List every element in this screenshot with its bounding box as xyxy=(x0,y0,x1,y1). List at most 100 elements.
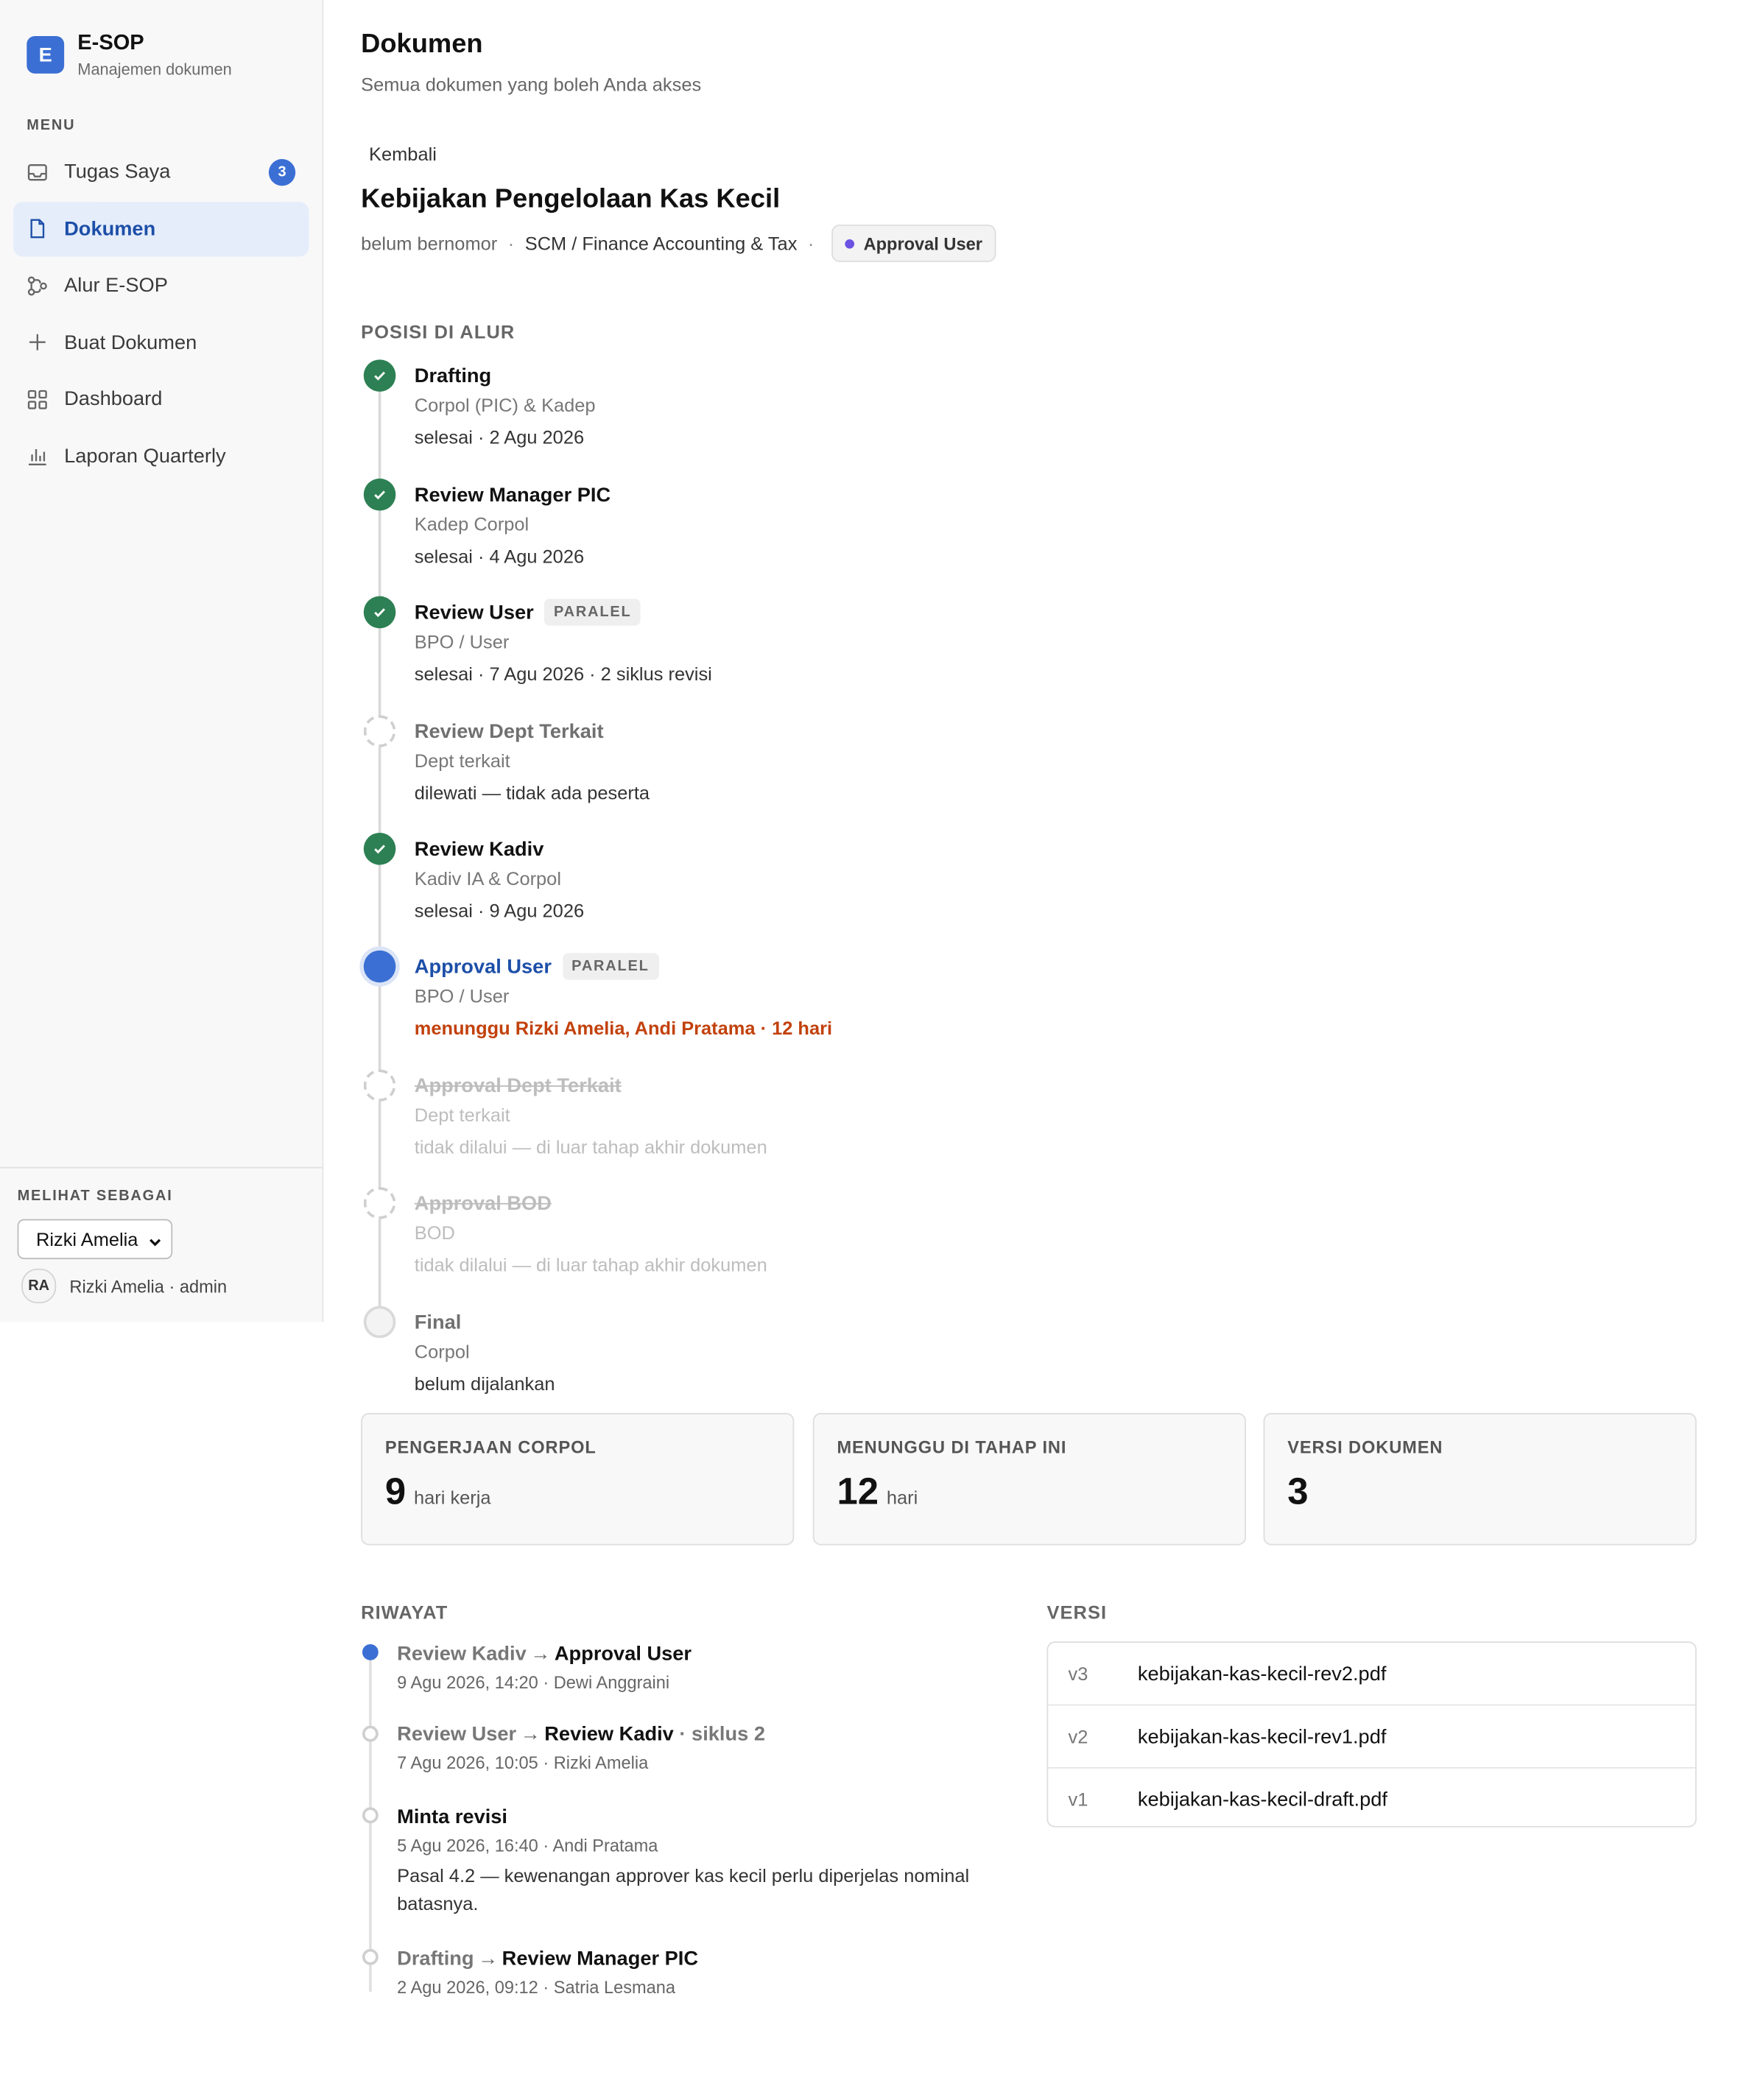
view-as-selected: Rizki Amelia xyxy=(36,1228,138,1250)
step-status: tidak dilalui — di luar tahap akhir doku… xyxy=(414,1136,767,1158)
stat-value: 3 xyxy=(1287,1470,1309,1512)
workflow-icon xyxy=(27,275,48,296)
history-from: Review User xyxy=(397,1723,517,1746)
history-section-label: RIWAYAT xyxy=(361,1601,448,1623)
document-department: SCM / Finance Accounting & Tax xyxy=(524,232,798,254)
view-as-panel: MELIHAT SEBAGAI Rizki Amelia RA Rizki Am… xyxy=(0,1166,323,1304)
stat-label: MENUNGGU DI TAHAP INI xyxy=(837,1437,1067,1457)
step-done-node xyxy=(363,832,396,865)
stat-label: PENGERJAAN CORPOL xyxy=(384,1437,597,1457)
app-logo: E xyxy=(27,36,65,74)
document-icon xyxy=(27,218,48,239)
history-to: Review Manager PIC xyxy=(502,1948,699,1970)
step-title: Final xyxy=(414,1310,462,1333)
step-done-node xyxy=(363,596,396,629)
step-title: Approval Dept Terkait xyxy=(414,1074,622,1097)
workflow-step: Drafting Corpol (PIC) & Kadep selesai · … xyxy=(415,362,596,448)
step-role: Dept terkait xyxy=(414,750,510,772)
current-user: RA Rizki Amelia · admin xyxy=(21,1268,228,1304)
sidebar-nav: Tugas Saya 3 Dokumen Alur E-SOP Buat Dok… xyxy=(13,144,309,485)
step-title: Approval BOD xyxy=(414,1191,552,1215)
sidebar-item-laporan-quarterly[interactable]: Laporan Quarterly xyxy=(13,429,309,483)
step-title: Review User xyxy=(414,601,534,624)
step-skipped-node xyxy=(363,715,396,747)
history-entry: Review Kadiv → Approval User 9 Agu 2026, 1… xyxy=(397,1643,985,1692)
sidebar-item-label: Laporan Quarterly xyxy=(64,444,226,468)
sidebar-item-tugas-saya[interactable]: Tugas Saya 3 xyxy=(13,144,309,199)
stat-unit: hari kerja xyxy=(414,1486,491,1508)
workflow-step: Review Manager PIC Kadep Corpol selesai … xyxy=(414,482,611,567)
version-file-link[interactable]: kebijakan-kas-kecil-draft.pdf xyxy=(1138,1788,1387,1811)
step-title: Drafting xyxy=(414,364,492,387)
version-row[interactable]: v2 kebijakan-kas-kecil-rev1.pdf xyxy=(1048,1705,1695,1769)
workflow-step: Review Dept Terkait Dept terkait dilewat… xyxy=(415,718,650,803)
step-title: Approval User xyxy=(414,955,552,978)
step-role: Dept terkait xyxy=(414,1104,510,1126)
version-file-link[interactable]: kebijakan-kas-kecil-rev1.pdf xyxy=(1138,1725,1387,1748)
arrow-right-icon: → xyxy=(520,1723,541,1746)
sidebar-item-label: Dokumen xyxy=(64,217,156,240)
stat-unit: hari xyxy=(886,1486,918,1508)
sidebar-item-dashboard[interactable]: Dashboard xyxy=(13,372,309,426)
stat-card: VERSI DOKUMEN 3 xyxy=(1263,1412,1697,1546)
history-to: Approval User xyxy=(554,1643,692,1666)
view-as-select[interactable]: Rizki Amelia xyxy=(17,1219,173,1260)
sidebar-item-alur-esop[interactable]: Alur E-SOP xyxy=(13,258,309,312)
step-role: BPO / User xyxy=(414,984,510,1007)
sidebar-item-label: Dashboard xyxy=(64,387,163,411)
grid-icon xyxy=(27,388,48,409)
meta-separator: · xyxy=(807,232,815,254)
sidebar-item-buat-dokumen[interactable]: Buat Dokumen xyxy=(13,315,309,370)
step-done-node xyxy=(363,478,396,511)
history-from: Drafting xyxy=(397,1948,474,1970)
chevron-down-icon xyxy=(147,1233,163,1254)
check-icon xyxy=(374,608,385,618)
inbox-icon xyxy=(27,161,48,183)
workflow-step: Final Corpol belum dijalankan xyxy=(415,1308,555,1394)
arrow-right-icon: → xyxy=(478,1948,499,1970)
step-title: Review Kadiv xyxy=(414,837,544,861)
version-tag: v2 xyxy=(1068,1725,1088,1747)
step-status: tidak dilalui — di luar tahap akhir doku… xyxy=(414,1253,767,1275)
brand: E E-SOP Manajemen dokumen xyxy=(27,32,232,80)
avatar: RA xyxy=(21,1268,57,1304)
status-badge: Approval User xyxy=(831,224,996,262)
status-dot xyxy=(845,239,854,248)
document-meta: belum bernomor · SCM / Finance Accountin… xyxy=(361,224,996,262)
page-subtitle: Semua dokumen yang boleh Anda akses xyxy=(361,73,702,95)
step-status: selesai · 4 Agu 2026 xyxy=(414,545,585,567)
step-role: Corpol (PIC) & Kadep xyxy=(414,394,596,416)
history-from: Review Kadiv xyxy=(397,1643,527,1666)
version-row[interactable]: v1 kebijakan-kas-kecil-draft.pdf xyxy=(1048,1769,1695,1826)
step-status: belum dijalankan xyxy=(414,1373,555,1395)
version-row[interactable]: v3 kebijakan-kas-kecil-rev2.pdf xyxy=(1048,1643,1695,1706)
history-dot xyxy=(362,1948,379,1965)
parallel-tag: PARALEL xyxy=(544,599,641,626)
versions-list: v3 kebijakan-kas-kecil-rev2.pdf v2 kebij… xyxy=(1046,1641,1697,1828)
step-title: Review Manager PIC xyxy=(414,483,611,507)
history-note: Pasal 4.2 — kewenangan approver kas keci… xyxy=(397,1864,970,1914)
step-role: BPO / User xyxy=(414,630,510,652)
step-excluded-node xyxy=(363,1069,396,1102)
workflow-section-label: POSISI DI ALUR xyxy=(361,320,516,342)
check-icon xyxy=(374,490,385,500)
stat-value: 9 xyxy=(384,1470,407,1512)
back-link[interactable]: Kembali xyxy=(369,143,437,164)
sidebar-item-label: Buat Dokumen xyxy=(64,331,197,354)
versions-section-label: VERSI xyxy=(1046,1601,1108,1623)
step-done-node xyxy=(363,359,396,392)
version-tag: v1 xyxy=(1068,1789,1088,1811)
app-subtitle: Manajemen dokumen xyxy=(77,60,232,80)
view-as-label: MELIHAT SEBAGAI xyxy=(17,1188,173,1205)
menu-label: MENU xyxy=(27,117,76,134)
workflow-step: Approval BOD BOD tidak dilalui — di luar… xyxy=(415,1190,767,1275)
step-title: Review Dept Terkait xyxy=(414,719,604,743)
workflow-step: Approval Dept Terkait Dept terkait tidak… xyxy=(415,1072,767,1158)
step-role: Corpol xyxy=(414,1340,470,1362)
history-to: Review Kadiv xyxy=(544,1723,674,1746)
version-file-link[interactable]: kebijakan-kas-kecil-rev2.pdf xyxy=(1138,1662,1387,1685)
version-tag: v3 xyxy=(1068,1663,1088,1685)
sidebar-item-dokumen[interactable]: Dokumen xyxy=(13,201,309,256)
status-badge-label: Approval User xyxy=(863,233,982,254)
user-name: Rizki Amelia · admin xyxy=(69,1275,228,1297)
